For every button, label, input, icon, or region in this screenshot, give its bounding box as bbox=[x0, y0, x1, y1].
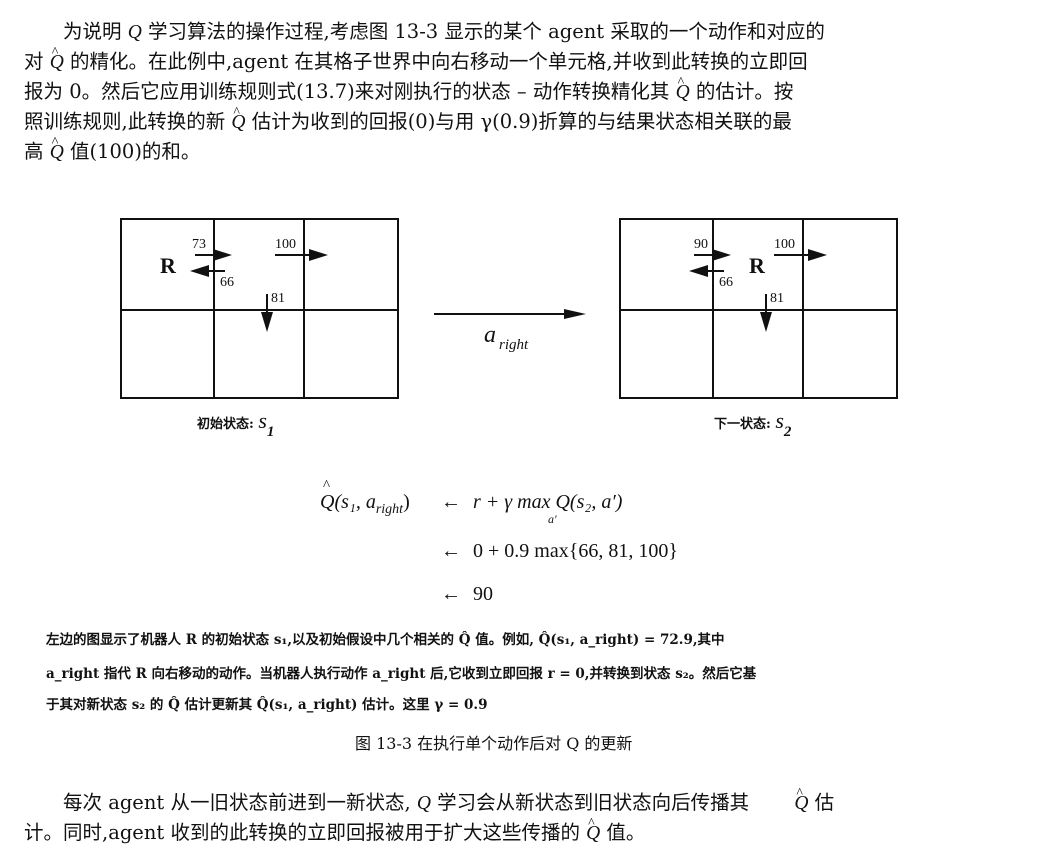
next-state-caption: 下一状态: s2 bbox=[714, 408, 792, 440]
caption-line-1: 左边的图显示了机器人 R 的初始状态 s₁,以及初始假设中几个相关的 Q̂ 值。… bbox=[46, 632, 725, 648]
right-arrow-icon bbox=[774, 249, 827, 261]
equation-arrow-2: ← bbox=[441, 540, 461, 562]
equation-rhs-3: 90 bbox=[473, 583, 493, 605]
caption-line-3: 于其对新状态 s₂ 的 Q̂ 估计更新其 Q̂(s₁, a_right) 估计。… bbox=[46, 697, 488, 713]
equation-rhs-1: r + γ max Q(s₂, a′) bbox=[473, 491, 623, 513]
equation-line-1: ^ Q(s₁, aright) bbox=[320, 478, 410, 517]
closing-paragraph: 每次 agent 从一旧状态前进到一新状态, Q 学习会从新状态到旧状态向后传播… bbox=[24, 779, 1024, 848]
left-arrow-icon bbox=[689, 265, 724, 277]
equation-arrow-1: ← bbox=[441, 491, 461, 513]
right-arrow-icon bbox=[694, 249, 731, 261]
para1-line5: 高 Q 值(100)的和。 bbox=[24, 128, 1024, 167]
next-state-grid: R 90 66 100 81 bbox=[619, 218, 898, 399]
right-arrow-icon bbox=[275, 249, 328, 261]
grid-arrows bbox=[689, 249, 827, 332]
para1-line1: 为说明 Q 学习算法的操作过程,考虑图 13-3 显示的某个 agent 采取的… bbox=[63, 20, 825, 43]
action-label: a right bbox=[484, 322, 529, 353]
left-arrow-icon bbox=[190, 265, 225, 277]
para1-line4: 照训练规则,此转换的新 Q 估计为收到的回报(0)与用 γ(0.9)折算的与结果… bbox=[24, 98, 1024, 137]
para1-line3: 报为 0。然后它应用训练规则式(13.7)来对刚执行的状态 – 动作转换精化其 … bbox=[24, 68, 1024, 107]
long-right-arrow-icon bbox=[434, 309, 586, 319]
equation-arrow-3: ← bbox=[441, 583, 461, 605]
initial-state-caption: 初始状态: s1 bbox=[197, 408, 275, 440]
intro-paragraph: 为说明 Q 学习算法的操作过程,考虑图 13-3 显示的某个 agent 采取的… bbox=[24, 17, 1024, 167]
right-arrow-icon bbox=[195, 249, 232, 261]
down-arrow-icon bbox=[261, 294, 273, 332]
para2-line2: 计。同时,agent 收到的此转换的立即回报被用于扩大这些传播的 Q 值。 bbox=[24, 809, 1024, 848]
para1-line2: 对 Q 的精化。在此例中,agent 在其格子世界中向右移动一个单元格,并收到此… bbox=[24, 38, 1024, 77]
para2-line1: 每次 agent 从一旧状态前进到一新状态, Q 学习会从新状态到旧状态向后传播… bbox=[24, 779, 1024, 818]
down-arrow-icon bbox=[760, 294, 772, 332]
caption-line-2: a_right 指代 R 向右移动的动作。当机器人执行动作 a_right 后,… bbox=[46, 666, 757, 682]
figure-title: 图 13-3 在执行单个动作后对 Q 的更新 bbox=[355, 734, 633, 753]
max-subscript: a′ bbox=[548, 512, 557, 526]
initial-state-grid: R 73 66 100 81 bbox=[120, 218, 399, 399]
equation-rhs-2: 0 + 0.9 max{66, 81, 100} bbox=[473, 540, 678, 562]
grid-arrows bbox=[190, 249, 328, 332]
